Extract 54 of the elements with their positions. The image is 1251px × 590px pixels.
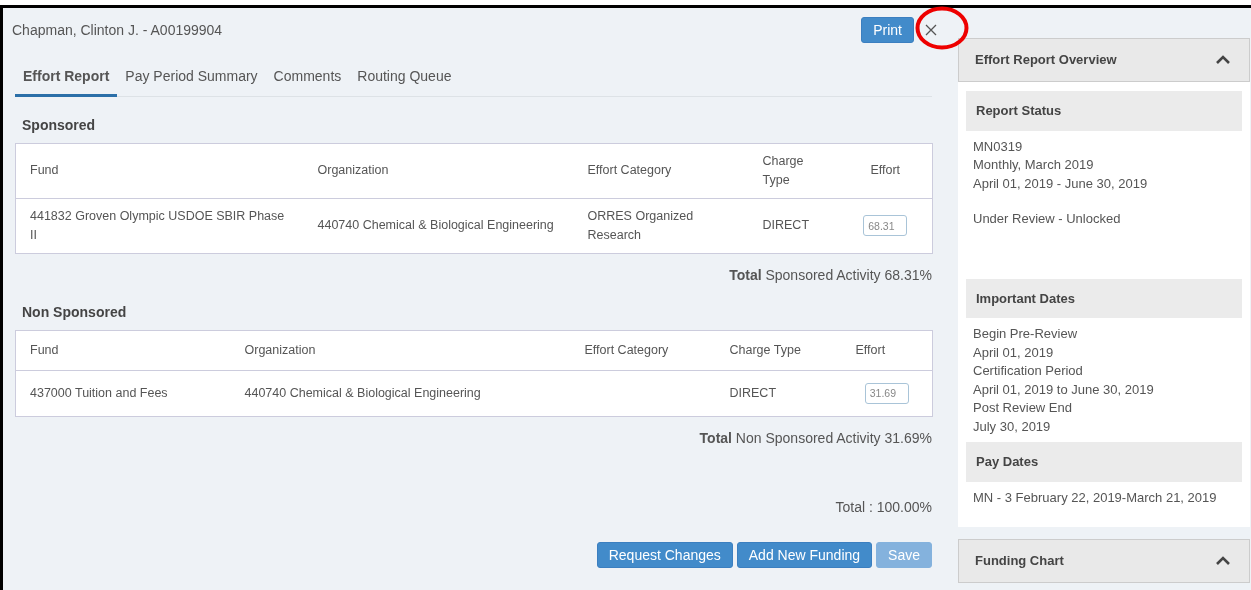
info-text: April 01, 2019: [972, 343, 1055, 362]
action-button[interactable]: Request Changes: [596, 541, 733, 569]
table-cell: 441832 Groven Olympic USDOE SBIR Phase II: [15, 198, 304, 253]
effort-field[interactable]: 68.31: [863, 215, 908, 236]
panel-header[interactable]: Effort Report Overview: [959, 39, 1249, 81]
page-title: Chapman, Clinton J. - A00199904: [12, 20, 224, 40]
tab[interactable]: Effort Report: [15, 56, 118, 97]
column-header: Fund: [15, 330, 231, 370]
table-cell: DIRECT: [748, 198, 839, 253]
info-text: July 30, 2019: [972, 417, 1052, 436]
info-text: April 01, 2019 - June 30, 2019: [972, 174, 1149, 193]
column-header: Organization: [230, 330, 571, 370]
tab[interactable]: Comments: [265, 56, 350, 97]
status-text: Under Review - Unlocked: [972, 210, 1122, 228]
tab[interactable]: Routing Queue: [349, 56, 460, 97]
action-button[interactable]: Add New Funding: [736, 541, 873, 569]
column-header: Effort Category: [570, 330, 716, 370]
total-text: Total Non Sponsored Activity 31.69%: [698, 428, 932, 448]
info-text: April 01, 2019 to June 30, 2019: [972, 380, 1155, 399]
table-cell: 440740 Chemical & Biological Engineering: [303, 198, 574, 253]
section-heading: Important Dates: [966, 278, 1242, 318]
panel-header[interactable]: Funding Chart: [959, 540, 1249, 582]
column-header: Charge Type: [715, 330, 842, 370]
info-text: MN - 3 February 22, 2019-March 21, 2019: [972, 488, 1218, 507]
column-header: Organization: [303, 143, 574, 198]
tab[interactable]: Pay Period Summary: [117, 56, 266, 97]
panel-title: Effort Report Overview: [975, 51, 1117, 70]
column-header: Effort: [838, 143, 933, 198]
section-heading: Non Sponsored: [22, 302, 128, 322]
section-heading: Report Status: [966, 91, 1242, 131]
table-cell: 437000 Tuition and Fees: [15, 370, 231, 416]
section-heading: Pay Dates: [966, 442, 1242, 482]
table-cell: ORRES Organized Research: [573, 198, 749, 253]
info-text: Monthly, March 2019: [972, 156, 1095, 174]
section-heading: Sponsored: [22, 116, 97, 135]
close-icon[interactable]: [924, 23, 938, 37]
column-header: Effort: [841, 330, 933, 370]
column-header: Effort Category: [573, 143, 749, 198]
table-cell: 440740 Chemical & Biological Engineering: [230, 370, 571, 416]
table-cell: DIRECT: [715, 370, 842, 416]
panel-title: Funding Chart: [975, 552, 1064, 571]
info-text: Begin Pre-Review: [972, 325, 1079, 343]
column-header: Fund: [15, 143, 304, 198]
highlight-circle: [915, 6, 969, 50]
info-text: MN0319: [972, 137, 1024, 156]
effort-field[interactable]: 31.69: [864, 382, 909, 404]
total-text: Total Sponsored Activity 68.31%: [728, 265, 932, 285]
info-text: Certification Period: [972, 362, 1084, 380]
info-text: Post Review End: [972, 399, 1073, 417]
chevron-up-icon[interactable]: [1215, 556, 1231, 566]
column-header: Charge Type: [748, 143, 839, 198]
chevron-up-icon[interactable]: [1215, 55, 1231, 65]
print-button[interactable]: Print: [861, 16, 914, 44]
grand-total: Total : 100.00%: [834, 497, 932, 517]
